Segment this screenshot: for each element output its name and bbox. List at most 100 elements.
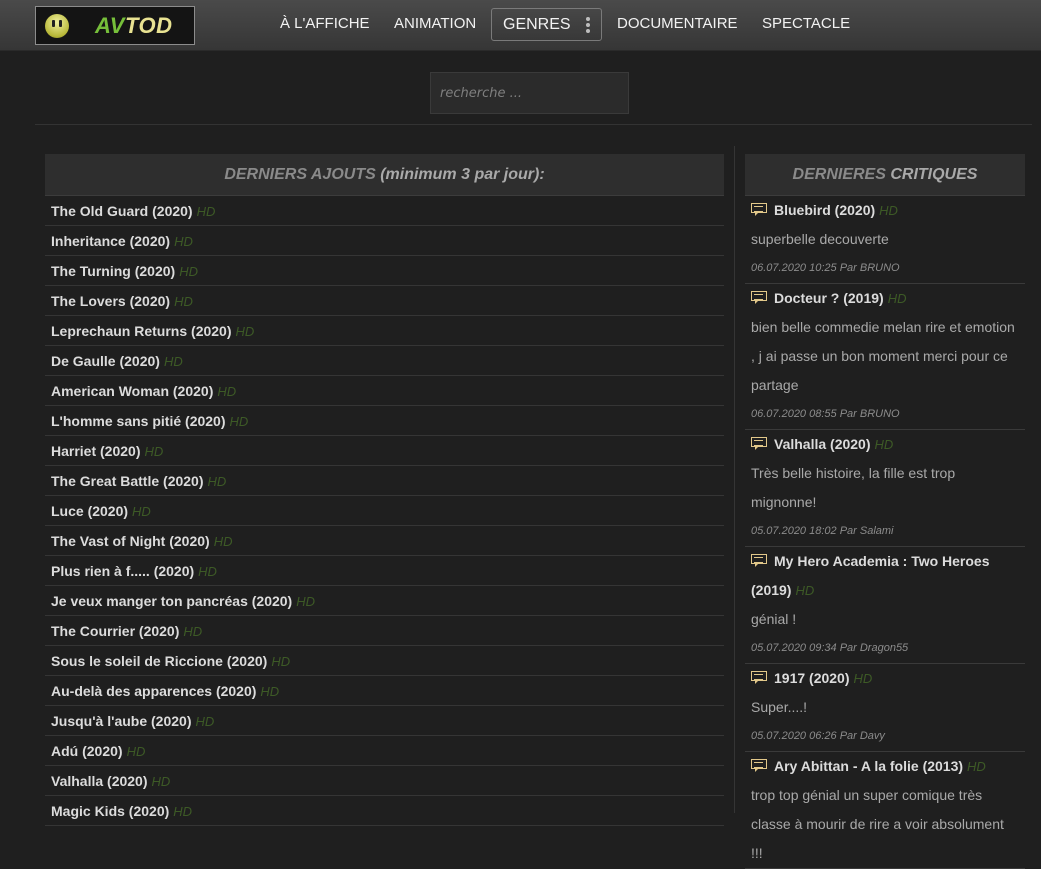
comment-icon [751,759,769,772]
critique-title[interactable]: Bluebird (2020) HD [751,196,1019,225]
critique-text: génial ! [751,611,797,627]
latest-critiques-heading: DERNIERES CRITIQUES [745,154,1025,196]
movie-link[interactable]: The Vast of Night (2020) [51,533,210,549]
movie-link[interactable]: Jusqu'à l'aube (2020) [51,713,192,729]
critique-meta: 06.07.2020 10:25 Par BRUNO [751,262,900,274]
hd-badge: HD [887,291,907,306]
nav-animation[interactable]: ANIMATION [394,15,476,32]
critique-item: Ary Abittan - A la folie (2013) HD trop to… [745,752,1025,869]
comment-icon [751,671,769,684]
critique-text: trop top génial un super comique très cl… [751,787,1004,861]
critique-title[interactable]: My Hero Academia : Two Heroes (2019) HD [751,547,1019,605]
movie-link[interactable]: The Great Battle (2020) [51,473,204,489]
critique-item: Valhalla (2020) HD Très belle histoire, la… [745,430,1025,547]
movie-link[interactable]: De Gaulle (2020) [51,353,160,369]
critique-movie-title: My Hero Academia : Two Heroes (2019) [751,553,990,598]
hd-badge: HD [260,684,280,699]
movie-link[interactable]: The Courrier (2020) [51,623,179,639]
hd-badge: HD [151,774,171,789]
more-vertical-icon [586,17,590,33]
hd-badge: HD [217,384,237,399]
hd-badge: HD [229,414,249,429]
movie-link[interactable]: Valhalla (2020) [51,773,148,789]
nav-documentaire[interactable]: DOCUMENTAIRE [617,15,738,32]
movie-link[interactable]: The Turning (2020) [51,263,175,279]
movie-link[interactable]: Harriet (2020) [51,443,141,459]
movie-link[interactable]: American Woman (2020) [51,383,213,399]
critique-meta: 05.07.2020 18:02 Par Salami [751,525,894,537]
hd-badge: HD [126,744,146,759]
list-item: Sous le soleil de Riccione (2020) HD [45,646,724,676]
hd-badge: HD [179,264,198,279]
movie-link[interactable]: Leprechaun Returns (2020) [51,323,232,339]
list-item: The Lovers (2020) HD [45,286,724,316]
latest-additions-heading: DERNIERS AJOUTS (minimum 3 par jour): [45,154,724,196]
critique-movie-title: 1917 (2020) [774,670,850,686]
hd-badge: HD [853,671,873,686]
search-input[interactable] [430,72,629,114]
critique-text: Super....! [751,699,808,715]
hd-badge: HD [174,234,193,249]
latest-additions-list: The Old Guard (2020) HD Inheritance (2020)… [45,196,724,826]
list-item: The Old Guard (2020) HD [45,196,724,226]
movie-link[interactable]: Inheritance (2020) [51,233,170,249]
movie-link[interactable]: Sous le soleil de Riccione (2020) [51,653,267,669]
movie-link[interactable]: The Old Guard (2020) [51,203,193,219]
hd-badge: HD [296,594,316,609]
latest-additions-panel: DERNIERS AJOUTS (minimum 3 par jour): Th… [45,154,724,826]
hd-badge: HD [196,204,216,219]
list-item: Inheritance (2020) HD [45,226,724,256]
critique-title[interactable]: Ary Abittan - A la folie (2013) HD [751,752,1019,781]
list-item: American Woman (2020) HD [45,376,724,406]
list-item: The Courrier (2020) HD [45,616,724,646]
heading-part: (minimum 3 par jour): [375,166,545,183]
movie-link[interactable]: Au-delà des apparences (2020) [51,683,256,699]
hd-badge: HD [213,534,233,549]
list-item: Leprechaun Returns (2020) HD [45,316,724,346]
list-item: Luce (2020) HD [45,496,724,526]
list-item: Plus rien à f..... (2020) HD [45,556,724,586]
site-logo[interactable]: AVTOD [35,6,195,45]
movie-link[interactable]: Magic Kids (2020) [51,803,169,819]
critique-text: Très belle histoire, la fille est trop m… [751,465,956,510]
nav-affiche[interactable]: À L'AFFICHE [280,15,370,32]
comment-icon [751,437,769,450]
nav-genres-label: GENRES [503,16,571,33]
list-item: The Turning (2020) HD [45,256,724,286]
movie-link[interactable]: Plus rien à f..... (2020) [51,563,194,579]
comment-icon [751,203,769,216]
list-item: Magic Kids (2020) HD [45,796,724,826]
critique-movie-title: Bluebird (2020) [774,202,876,218]
hd-badge: HD [235,324,255,339]
heading-part: AJOUTS [310,166,376,183]
logo-text: AVTOD [95,13,172,39]
movie-link[interactable]: L'homme sans pitié (2020) [51,413,226,429]
column-divider [734,146,735,813]
nav-genres-dropdown[interactable]: GENRES [491,8,602,41]
logo-text-av: AV [95,13,125,38]
comment-icon [751,291,769,304]
critique-text: superbelle decouverte [751,231,889,247]
heading-part: DERNIERS [224,166,311,183]
heading-part: CRITIQUES [890,166,978,183]
critique-title[interactable]: Docteur ? (2019) HD [751,284,1019,313]
movie-link[interactable]: Je veux manger ton pancréas (2020) [51,593,292,609]
list-item: Adú (2020) HD [45,736,724,766]
critique-title[interactable]: 1917 (2020) HD [751,664,1019,693]
list-item: De Gaulle (2020) HD [45,346,724,376]
hd-badge: HD [195,714,215,729]
movie-link[interactable]: Luce (2020) [51,503,128,519]
nav-spectacle[interactable]: SPECTACLE [762,15,850,32]
critique-title[interactable]: Valhalla (2020) HD [751,430,1019,459]
list-item: L'homme sans pitié (2020) HD [45,406,724,436]
critique-item: 1917 (2020) HD Super....! 05.07.2020 06:26 … [745,664,1025,752]
movie-link[interactable]: Adú (2020) [51,743,123,759]
movie-link[interactable]: The Lovers (2020) [51,293,170,309]
heading-part: DERNIERES [792,166,891,183]
critique-movie-title: Ary Abittan - A la folie (2013) [774,758,964,774]
list-item: The Vast of Night (2020) HD [45,526,724,556]
critique-meta: 06.07.2020 08:55 Par BRUNO [751,408,900,420]
hd-badge: HD [198,564,217,579]
hd-badge: HD [207,474,227,489]
latest-critiques-list: Bluebird (2020) HD superbelle decouverte 06… [745,196,1025,869]
